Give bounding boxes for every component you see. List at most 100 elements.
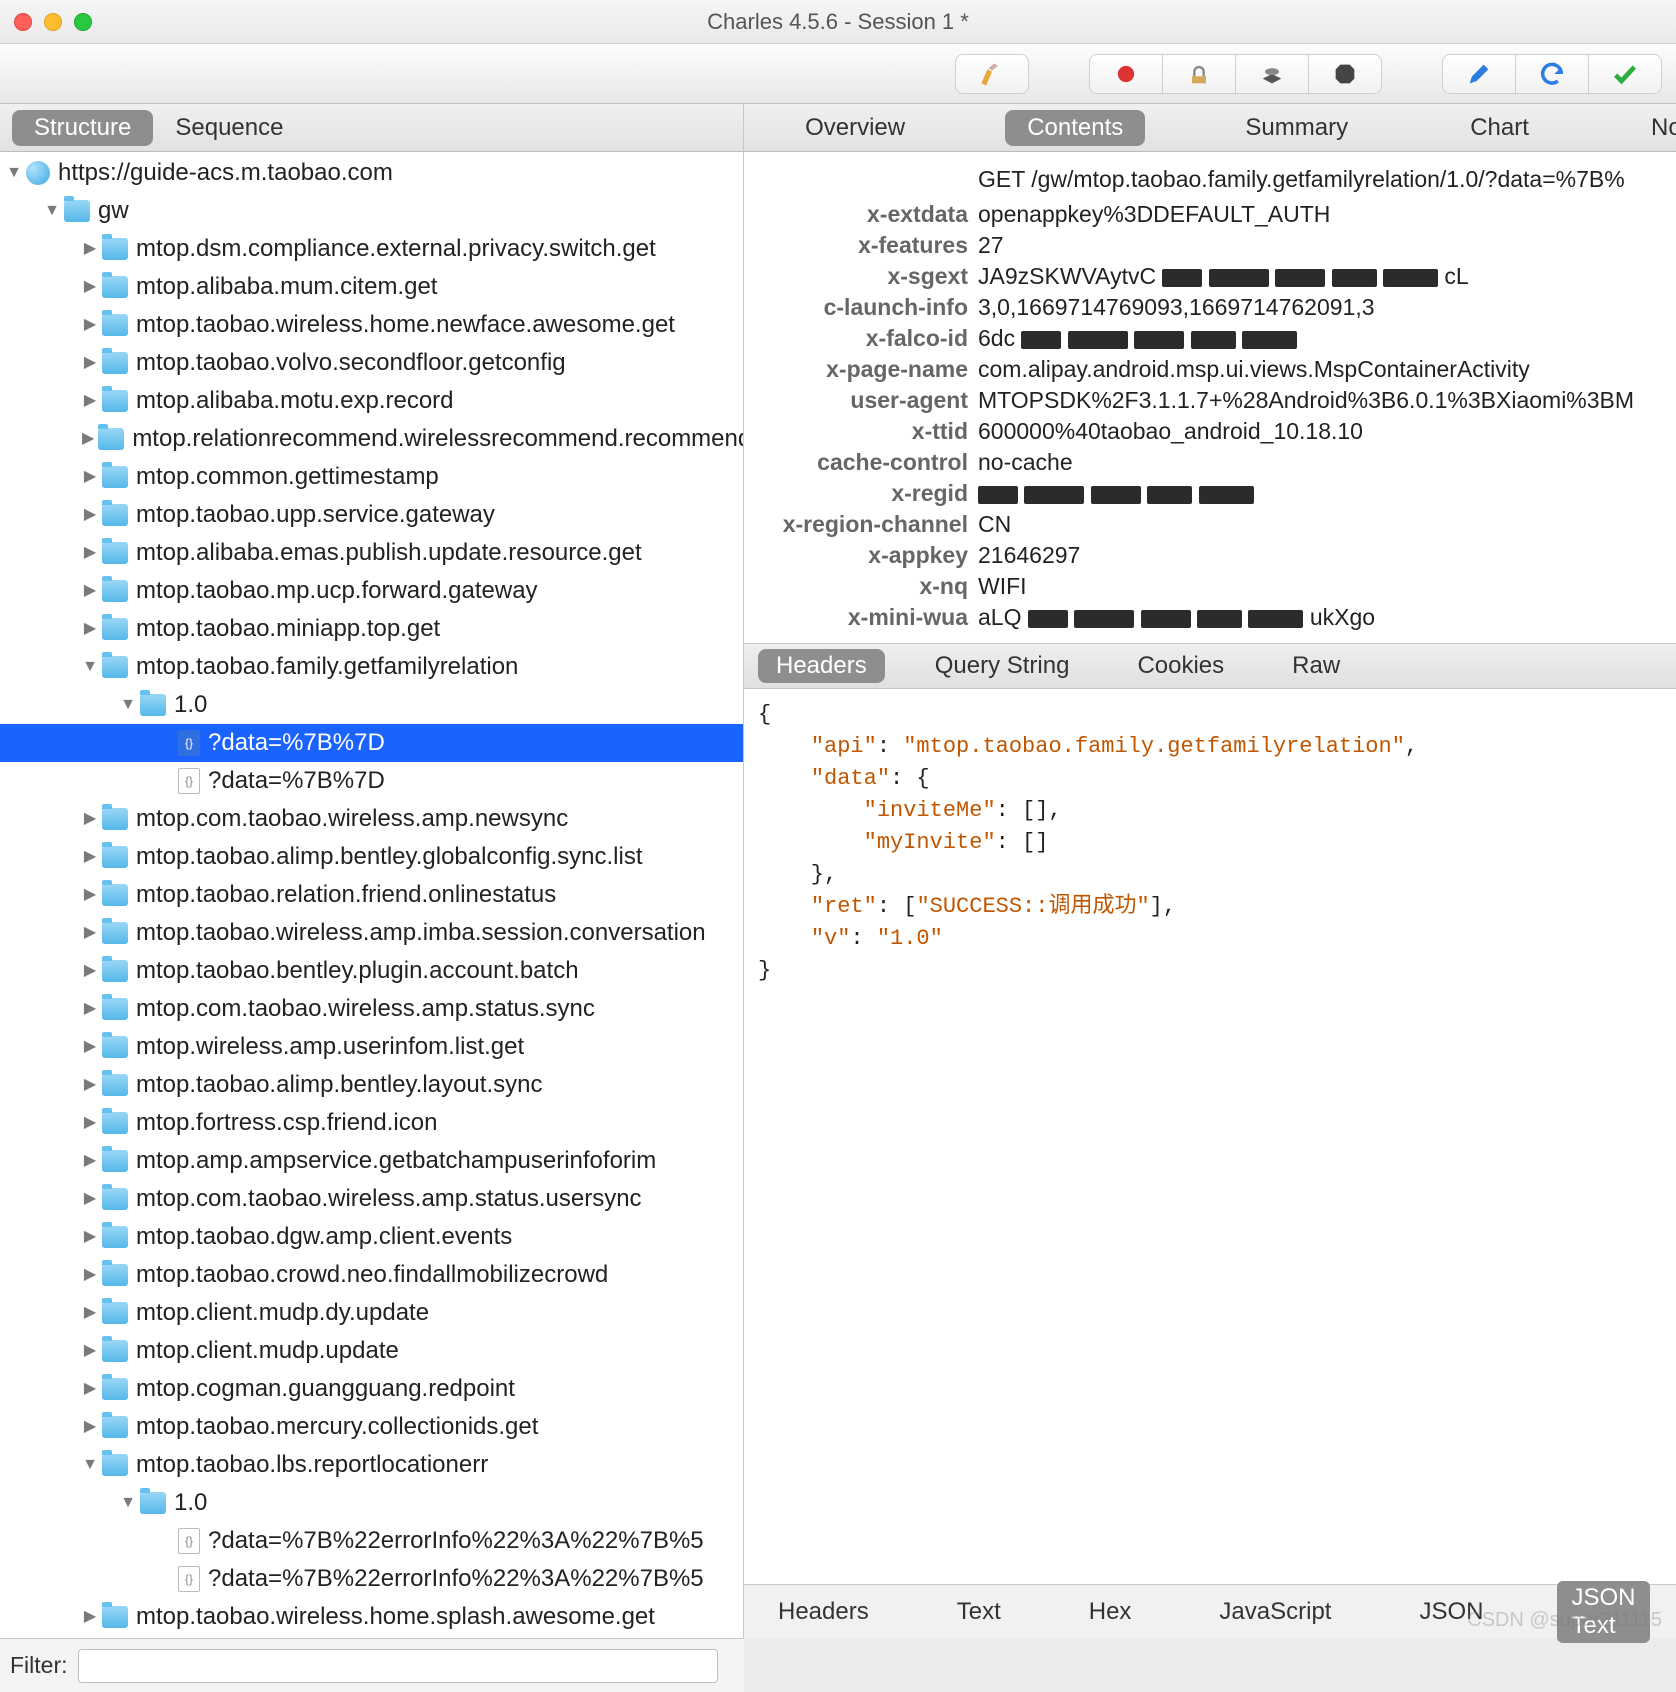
disclosure-arrow-icon[interactable]: ▶ bbox=[82, 838, 98, 876]
subtab-headers[interactable]: Headers bbox=[758, 649, 885, 683]
disclosure-arrow-icon[interactable]: ▼ bbox=[82, 1446, 98, 1484]
disclosure-arrow-icon[interactable]: ▼ bbox=[44, 192, 60, 230]
subtab-raw[interactable]: Raw bbox=[1274, 649, 1358, 683]
tree-row[interactable]: ▶mtop.taobao.upp.service.gateway bbox=[0, 496, 743, 534]
breakpoints-button[interactable] bbox=[1235, 54, 1309, 94]
tree-row[interactable]: {}?data=%7B%7D bbox=[0, 724, 743, 762]
minimize-icon[interactable] bbox=[44, 13, 62, 31]
tree-row[interactable]: ▶mtop.taobao.volvo.secondfloor.getconfig bbox=[0, 344, 743, 382]
tree-row[interactable]: ▶mtop.taobao.mercury.collectionids.get bbox=[0, 1408, 743, 1446]
tree-row[interactable]: ▶mtop.alibaba.emas.publish.update.resour… bbox=[0, 534, 743, 572]
clear-button[interactable] bbox=[955, 54, 1029, 94]
disclosure-arrow-icon[interactable]: ▶ bbox=[82, 572, 98, 610]
throttle-button[interactable] bbox=[1162, 54, 1236, 94]
disclosure-arrow-icon[interactable]: ▶ bbox=[82, 610, 98, 648]
tree-row[interactable]: ▶mtop.taobao.relation.friend.onlinestatu… bbox=[0, 876, 743, 914]
tree-row[interactable]: ▼1.0 bbox=[0, 1484, 743, 1522]
tree-row[interactable]: ▶mtop.taobao.wireless.home.splash.awesom… bbox=[0, 1598, 743, 1636]
disclosure-arrow-icon[interactable]: ▶ bbox=[82, 1028, 98, 1066]
tree-row[interactable]: ▶mtop.client.mudp.dy.update bbox=[0, 1294, 743, 1332]
disclosure-arrow-icon[interactable]: ▶ bbox=[82, 1256, 98, 1294]
disclosure-arrow-icon[interactable]: ▶ bbox=[82, 990, 98, 1028]
disclosure-arrow-icon[interactable]: ▶ bbox=[82, 800, 98, 838]
tree-row[interactable]: ▼mtop.taobao.family.getfamilyrelation bbox=[0, 648, 743, 686]
disclosure-arrow-icon[interactable]: ▶ bbox=[82, 1142, 98, 1180]
disclosure-arrow-icon[interactable]: ▶ bbox=[82, 230, 98, 268]
tree-row[interactable]: ▶mtop.taobao.alimp.bentley.layout.sync bbox=[0, 1066, 743, 1104]
zoom-icon[interactable] bbox=[74, 13, 92, 31]
tree-row[interactable]: {}?data=%7B%7D bbox=[0, 762, 743, 800]
edit-button[interactable] bbox=[1442, 54, 1516, 94]
tree-row[interactable]: {}?data=%7B%22errorInfo%22%3A%22%7B%5 bbox=[0, 1560, 743, 1598]
tree-row[interactable]: ▶mtop.wireless.amp.userinfom.list.get bbox=[0, 1028, 743, 1066]
subtab-query-string[interactable]: Query String bbox=[917, 649, 1088, 683]
tree-row[interactable]: ▶mtop.client.mudp.update bbox=[0, 1332, 743, 1370]
disclosure-arrow-icon[interactable]: ▶ bbox=[82, 458, 98, 496]
disclosure-arrow-icon[interactable]: ▶ bbox=[82, 1180, 98, 1218]
tree-row[interactable]: ▶mtop.taobao.wireless.amp.imba.session.c… bbox=[0, 914, 743, 952]
tab-structure[interactable]: Structure bbox=[12, 110, 153, 146]
tree-row[interactable]: ▶mtop.taobao.crowd.neo.findallmobilizecr… bbox=[0, 1256, 743, 1294]
tree-row[interactable]: ▶mtop.fortress.csp.friend.icon bbox=[0, 1104, 743, 1142]
view-json[interactable]: JSON bbox=[1405, 1595, 1497, 1629]
disclosure-arrow-icon[interactable]: ▶ bbox=[82, 382, 98, 420]
tab-chart[interactable]: Chart bbox=[1448, 110, 1551, 146]
tree-row[interactable]: ▶mtop.taobao.wireless.home.newface.aweso… bbox=[0, 306, 743, 344]
tab-summary[interactable]: Summary bbox=[1223, 110, 1370, 146]
disclosure-arrow-icon[interactable]: ▼ bbox=[120, 1484, 136, 1522]
tree-row[interactable]: ▼1.0 bbox=[0, 686, 743, 724]
record-button[interactable] bbox=[1089, 54, 1163, 94]
disclosure-arrow-icon[interactable]: ▼ bbox=[120, 686, 136, 724]
session-tree[interactable]: ▼https://guide-acs.m.taobao.com▼gw ▶mtop.… bbox=[0, 152, 743, 1638]
disclosure-arrow-icon[interactable]: ▶ bbox=[82, 534, 98, 572]
view-headers[interactable]: Headers bbox=[764, 1595, 883, 1629]
tree-row[interactable]: ▶mtop.com.taobao.wireless.amp.newsync bbox=[0, 800, 743, 838]
disclosure-arrow-icon[interactable]: ▶ bbox=[82, 496, 98, 534]
tab-overview[interactable]: Overview bbox=[783, 110, 927, 146]
tree-row[interactable]: ▼mtop.taobao.lbs.reportlocationerr bbox=[0, 1446, 743, 1484]
disclosure-arrow-icon[interactable]: ▶ bbox=[82, 1598, 98, 1636]
tree-row[interactable]: ▶mtop.taobao.dgw.amp.client.events bbox=[0, 1218, 743, 1256]
disclosure-arrow-icon[interactable]: ▶ bbox=[82, 268, 98, 306]
tab-notes[interactable]: Notes bbox=[1629, 110, 1676, 146]
disclosure-arrow-icon[interactable]: ▶ bbox=[82, 952, 98, 990]
tree-row[interactable]: ▶mtop.amp.ampservice.getbatchampuserinfo… bbox=[0, 1142, 743, 1180]
disclosure-arrow-icon[interactable]: ▶ bbox=[82, 1408, 98, 1446]
tree-row[interactable]: ▶mtop.relationrecommend.wirelessrecommen… bbox=[0, 420, 743, 458]
stop-button[interactable] bbox=[1308, 54, 1382, 94]
repeat-button[interactable] bbox=[1515, 54, 1589, 94]
tree-row[interactable]: ▶mtop.com.taobao.wireless.amp.status.use… bbox=[0, 1180, 743, 1218]
disclosure-arrow-icon[interactable]: ▼ bbox=[82, 648, 98, 686]
close-icon[interactable] bbox=[14, 13, 32, 31]
disclosure-arrow-icon[interactable]: ▼ bbox=[6, 154, 22, 192]
response-body[interactable]: { "api": "mtop.taobao.family.getfamilyre… bbox=[744, 689, 1676, 1584]
disclosure-arrow-icon[interactable]: ▶ bbox=[82, 1370, 98, 1408]
tree-row[interactable]: ▶mtop.taobao.mp.ucp.forward.gateway bbox=[0, 572, 743, 610]
disclosure-arrow-icon[interactable]: ▶ bbox=[82, 306, 98, 344]
tree-row[interactable]: ▶mtop.taobao.miniapp.top.get bbox=[0, 610, 743, 648]
tree-row[interactable]: ▼gw bbox=[0, 192, 743, 230]
disclosure-arrow-icon[interactable]: ▶ bbox=[82, 1294, 98, 1332]
tree-row[interactable]: ▶mtop.com.taobao.wireless.amp.status.syn… bbox=[0, 990, 743, 1028]
disclosure-arrow-icon[interactable]: ▶ bbox=[82, 1066, 98, 1104]
disclosure-arrow-icon[interactable]: ▶ bbox=[82, 1332, 98, 1370]
disclosure-arrow-icon[interactable]: ▶ bbox=[82, 876, 98, 914]
tree-row[interactable]: ▶mtop.alibaba.mum.citem.get bbox=[0, 268, 743, 306]
tree-row[interactable]: ▶mtop.common.gettimestamp bbox=[0, 458, 743, 496]
tab-contents[interactable]: Contents bbox=[1005, 110, 1145, 146]
view-json-text[interactable]: JSON Text bbox=[1557, 1581, 1649, 1643]
tree-row[interactable]: ▶mtop.cogman.guangguang.redpoint bbox=[0, 1370, 743, 1408]
filter-input[interactable] bbox=[78, 1649, 718, 1683]
view-text[interactable]: Text bbox=[943, 1595, 1015, 1629]
tree-row[interactable]: ▶mtop.taobao.bentley.plugin.account.batc… bbox=[0, 952, 743, 990]
disclosure-arrow-icon[interactable]: ▶ bbox=[82, 914, 98, 952]
tree-row[interactable]: {}?data=%7B%22errorInfo%22%3A%22%7B%5 bbox=[0, 1522, 743, 1560]
view-javascript[interactable]: JavaScript bbox=[1205, 1595, 1345, 1629]
tree-row[interactable]: ▶mtop.alibaba.motu.exp.record bbox=[0, 382, 743, 420]
disclosure-arrow-icon[interactable]: ▶ bbox=[82, 344, 98, 382]
disclosure-arrow-icon[interactable]: ▶ bbox=[82, 1104, 98, 1142]
validate-button[interactable] bbox=[1588, 54, 1662, 94]
disclosure-arrow-icon[interactable]: ▶ bbox=[82, 420, 94, 458]
tree-row[interactable]: ▼https://guide-acs.m.taobao.com bbox=[0, 154, 743, 192]
tab-sequence[interactable]: Sequence bbox=[153, 110, 305, 146]
